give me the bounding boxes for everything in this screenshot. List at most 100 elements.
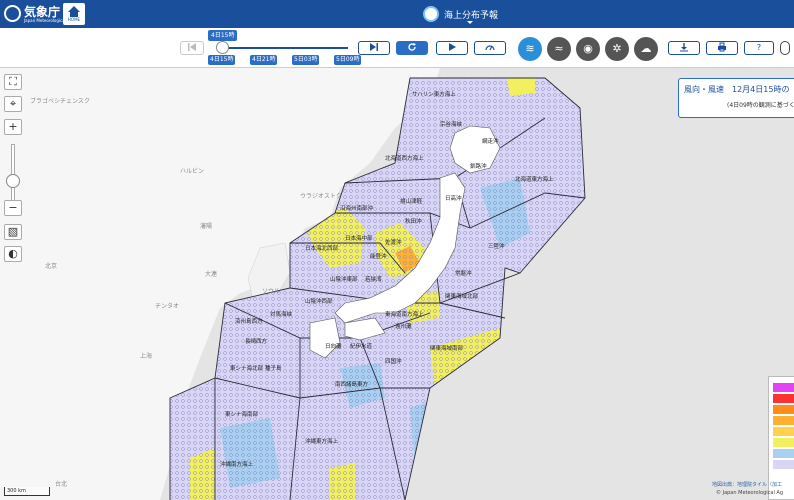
sea-area-label: 関東海域南部 (430, 344, 464, 352)
jma-logo[interactable]: 気象庁 Japan Meteorological Agency (4, 3, 82, 25)
place-label: チンタオ (155, 302, 179, 310)
legend-swatch (773, 427, 794, 436)
home-button[interactable]: HOME (63, 3, 85, 25)
sea-area-label: 能登沖 (370, 252, 387, 260)
mouse-icon (780, 41, 790, 55)
place-label: 台北 (55, 480, 67, 488)
gauge-icon (485, 45, 495, 51)
place-label: ブラゴベシチェンスク (30, 97, 90, 105)
sea-area-label: 山陰沖東部 (330, 275, 358, 283)
sea-area-label: 秋田沖 (405, 217, 422, 225)
place-label: ソウル (262, 287, 280, 295)
map-layer-button[interactable]: ▧ (4, 224, 22, 240)
sea-area-label: 日高沖 (445, 194, 462, 202)
last-frame-button[interactable] (358, 41, 390, 55)
wave-icon: ≈ (554, 42, 564, 55)
sea-area-label: 若狭湾 (365, 275, 382, 283)
timeline-tick[interactable]: 5日03時 (292, 55, 320, 65)
sea-area-label: 日本海中部 (345, 234, 373, 242)
sea-area-label: 三陸沖 (488, 242, 505, 250)
legend-swatch (773, 449, 794, 458)
legend-swatch (773, 394, 794, 403)
sea-area-label: 東シナ海北部 (230, 364, 264, 372)
forecast-map[interactable]: ブラゴベシチェンスク ハルビン ウラジオストク 瀋陽 北京 大連 ソウル チンタ… (0, 68, 794, 500)
sea-area-label: 山陰沖西部 (305, 297, 333, 305)
zoom-in-button[interactable]: + (4, 119, 22, 135)
sea-area-label: 東シナ海南部 (225, 410, 259, 418)
sea-area-label: 釧路沖 (470, 162, 487, 170)
map-view[interactable]: ブラゴベシチェンスク ハルビン ウラジオストク 瀋陽 北京 大連 ソウル チンタ… (0, 68, 794, 500)
map-icon: ▧ (7, 225, 19, 238)
globe-icon (423, 6, 439, 22)
sea-area-label: 済州島西方 (235, 317, 263, 325)
sea-area-label: 日本海北西部 (305, 244, 339, 252)
location-pin-icon: ⌖ (9, 97, 17, 110)
skip-back-icon (188, 43, 196, 51)
sea-area-label: サハリン東方海上 (412, 90, 456, 98)
info-title: 風向・風速 12月4日15時の (684, 85, 790, 94)
chevron-down-icon (467, 21, 473, 24)
sea-area-label: 長崎西方 (245, 337, 268, 345)
weather-element-button[interactable]: ☁ (634, 37, 658, 61)
print-button[interactable] (706, 41, 738, 55)
tile-credit-link[interactable]: 地図出典：地理院タイル（加工 (712, 481, 782, 488)
wave-element-button[interactable]: ≈ (547, 37, 571, 61)
sea-area-label: 北海道西方海上 (385, 154, 424, 162)
legend-swatch (773, 383, 794, 392)
sea-area-label: 南西諸島東方 (335, 380, 369, 388)
opacity-button[interactable]: ◐ (4, 246, 22, 262)
sea-ice-element-button[interactable]: ✲ (605, 37, 629, 61)
sea-ice-icon: ✲ (612, 42, 622, 55)
reload-icon (408, 43, 416, 51)
sea-area-label: 沿海州南部沖 (340, 204, 374, 212)
place-label: 上海 (140, 352, 152, 360)
app-header: 気象庁 Japan Meteorological Agency HOME 海上分… (0, 0, 794, 28)
skip-forward-icon (370, 43, 378, 51)
legend-swatch (773, 416, 794, 425)
sea-area-label: 檜山津軽 (400, 197, 423, 205)
play-icon (449, 43, 456, 51)
download-icon (680, 43, 688, 52)
help-button[interactable]: ? (744, 41, 774, 55)
timeline-tick[interactable]: 4日21時 (250, 55, 278, 65)
place-label: ウラジオストク (300, 192, 342, 200)
sea-area-label: 遠州灘 (395, 322, 412, 330)
sea-area-label: 関東海域北部 (445, 292, 479, 300)
download-button[interactable] (668, 41, 700, 55)
legend-swatch (773, 460, 794, 469)
wind-element-button[interactable]: ≋ (518, 37, 542, 61)
place-label: 大連 (205, 270, 217, 278)
sea-area-label: 種子島 (265, 364, 282, 372)
zoom-slider-thumb[interactable] (6, 174, 20, 188)
play-button[interactable] (436, 41, 468, 55)
visibility-icon: ◉ (583, 42, 593, 55)
weather-icon: ☁ (640, 42, 652, 55)
sea-area-label: 日向灘 (325, 342, 342, 350)
reload-button[interactable] (396, 41, 428, 55)
drop-icon: ◐ (8, 247, 18, 260)
info-subtitle: (4日09時の観測に基づく (727, 102, 794, 109)
fit-view-button[interactable]: ⛶ (4, 74, 22, 90)
timeline-thumb[interactable] (216, 41, 229, 54)
legend-swatch (773, 405, 794, 414)
sea-area-label: 四国沖 (385, 357, 402, 365)
zoom-out-button[interactable]: − (4, 200, 22, 216)
sea-area-label: 沖縄東方海上 (305, 437, 339, 445)
scale-bar: 300 km (4, 487, 50, 496)
speed-button[interactable] (474, 41, 506, 55)
sea-area-label: 東海道南方海上 (385, 310, 424, 318)
wind-icon: ≋ (525, 42, 535, 55)
visibility-element-button[interactable]: ◉ (576, 37, 600, 61)
location-pin-button[interactable]: ⌖ (4, 96, 22, 112)
timeline-tick[interactable]: 4日15時 (208, 55, 236, 65)
info-panel[interactable]: 風向・風速 12月4日15時の (4日09時の観測に基づく (678, 78, 794, 118)
sea-area-label: 宗谷海峡 (440, 120, 463, 128)
copyright-text: © Japan Meteorological Ag (716, 490, 784, 496)
timeline-tick[interactable]: 5日09時 (334, 55, 362, 65)
first-frame-button[interactable] (180, 41, 204, 55)
sea-area-label: 対馬海峡 (270, 310, 293, 318)
sea-area-label: 常磐沖 (455, 269, 472, 277)
sea-area-label: 佐渡沖 (385, 238, 402, 246)
current-time-label: 4日15時 (208, 30, 238, 41)
timeline-track[interactable] (220, 47, 348, 49)
